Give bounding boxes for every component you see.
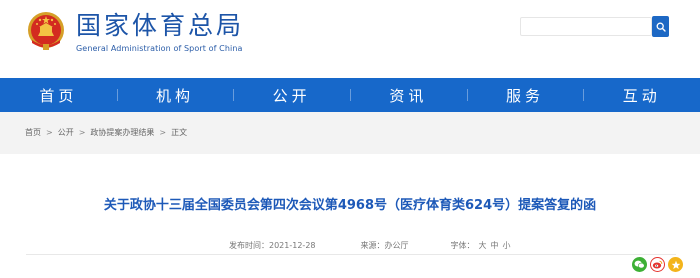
qzone-icon[interactable]	[668, 257, 683, 272]
breadcrumb-public[interactable]: 公开	[58, 127, 74, 138]
national-emblem-logo[interactable]	[26, 10, 66, 52]
article-title: 关于政协十三届全国委员会第四次会议第4968号（医疗体育类624号）提案答复的函	[103, 198, 597, 213]
nav-item-interaction[interactable]: 互动	[583, 78, 700, 112]
nav-item-agencies[interactable]: 机构	[116, 78, 234, 112]
font-size-small[interactable]: 小	[503, 241, 511, 250]
divider	[26, 254, 676, 255]
breadcrumb: 首页 > 公开 > 政协提案办理结果 > 正文	[25, 127, 187, 138]
breadcrumb-separator: >	[46, 128, 53, 137]
site-header: 国家体育总局 General Administration of Sport o…	[0, 0, 700, 78]
font-size-switcher: 字体： 大中小	[451, 240, 511, 251]
font-size-medium[interactable]: 中	[491, 241, 499, 250]
article-source: 来源：办公厅	[361, 240, 409, 251]
nav-item-public[interactable]: 公开	[233, 78, 350, 112]
publish-date-label: 发布时间：	[229, 241, 269, 250]
publish-date-value: 2021-12-28	[269, 241, 316, 250]
weibo-icon[interactable]	[650, 257, 665, 272]
font-size-large[interactable]: 大	[479, 241, 487, 250]
wechat-icon[interactable]	[632, 257, 647, 272]
site-subtitle: General Administration of Sport of China	[76, 44, 243, 53]
main-nav: 首页 机构 公开 资讯 服务 互动	[0, 78, 700, 112]
nav-item-home[interactable]: 首页	[0, 78, 117, 112]
search-button[interactable]	[652, 16, 669, 37]
publish-date: 发布时间：2021-12-28	[229, 240, 316, 251]
source-label: 来源：	[360, 241, 385, 250]
search-icon	[656, 22, 666, 32]
nav-item-services[interactable]: 服务	[466, 78, 584, 112]
breadcrumb-separator: >	[159, 128, 167, 137]
font-size-label: 字体：	[450, 241, 475, 250]
breadcrumb-bar: 首页 > 公开 > 政协提案办理结果 > 正文	[0, 112, 700, 154]
breadcrumb-proposal-results[interactable]: 政协提案办理结果	[90, 127, 154, 138]
breadcrumb-separator: >	[78, 128, 86, 137]
site-title[interactable]: 国家体育总局	[76, 12, 244, 40]
search-input[interactable]	[520, 17, 652, 36]
breadcrumb-home[interactable]: 首页	[25, 127, 41, 138]
article-meta: 发布时间：2021-12-28 来源：办公厅 字体： 大中小	[229, 240, 511, 251]
breadcrumb-current: 正文	[171, 128, 188, 137]
source-value: 办公厅	[384, 241, 409, 250]
share-bar	[632, 257, 683, 272]
nav-item-news[interactable]: 资讯	[350, 78, 467, 112]
